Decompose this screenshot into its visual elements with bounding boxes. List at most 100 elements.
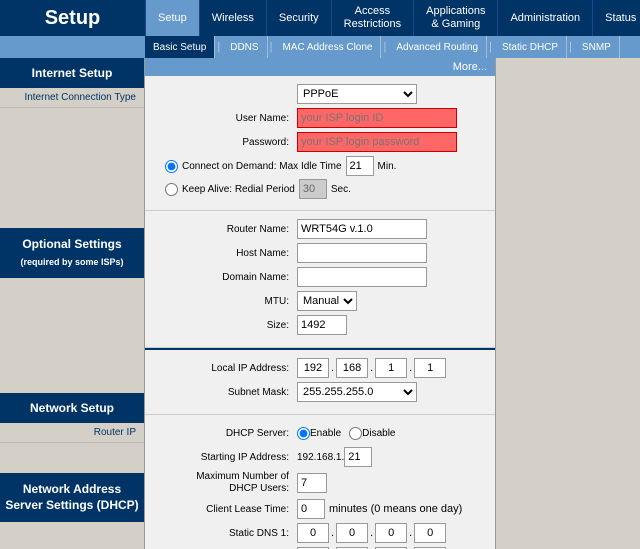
nav-status[interactable]: Status: [592, 0, 640, 36]
dns1-2[interactable]: [336, 523, 368, 543]
connection-type-row: PPPoE: [157, 84, 483, 104]
dns1-group: . . .: [297, 523, 446, 543]
dhcp-disable-label: Disable: [362, 428, 395, 439]
local-ip-4[interactable]: [414, 358, 446, 378]
host-name-input[interactable]: [297, 243, 427, 263]
local-ip-row: Local IP Address: . . .: [157, 358, 483, 378]
main-layout: Internet Setup Internet Connection Type …: [0, 58, 640, 549]
header: Setup Setup Wireless Security AccessRest…: [0, 0, 640, 36]
idle-time-input[interactable]: [346, 156, 374, 176]
nav-wireless[interactable]: Wireless: [199, 0, 266, 36]
password-input[interactable]: [297, 132, 457, 152]
connect-demand-row: Connect on Demand: Max Idle Time Min.: [157, 156, 483, 176]
starting-ip-label: Starting IP Address:: [157, 452, 297, 463]
network-setup-section: Local IP Address: . . . Subnet Mask: 255…: [145, 348, 495, 415]
lease-time-input[interactable]: [297, 499, 325, 519]
password-row: Password:: [157, 132, 483, 152]
dhcp-enable-radio[interactable]: [297, 427, 310, 440]
subnet-label: Subnet Mask:: [157, 387, 297, 398]
main-content: More... PPPoE User Name: Password:: [145, 58, 495, 549]
keep-alive-row: Keep Alive: Redial Period Sec.: [157, 179, 483, 199]
size-row: Size:: [157, 315, 483, 335]
sidebar-internet-section: Internet Setup: [0, 58, 144, 88]
router-name-input[interactable]: [297, 219, 427, 239]
local-ip-1[interactable]: [297, 358, 329, 378]
mtu-row: MTU: Manual Auto: [157, 291, 483, 311]
dns1-row: Static DNS 1: . . .: [157, 523, 483, 543]
mtu-label: MTU:: [157, 296, 297, 307]
subnet-row: Subnet Mask: 255.255.255.0: [157, 382, 483, 402]
password-label: Password:: [157, 137, 297, 148]
local-ip-2[interactable]: [336, 358, 368, 378]
subnav-mac[interactable]: MAC Address Clone: [274, 36, 381, 58]
subnet-select[interactable]: 255.255.255.0: [297, 382, 417, 402]
dhcp-server-row: DHCP Server: Enable Disable: [157, 423, 483, 443]
connect-demand-label: Connect on Demand: Max Idle Time: [182, 161, 342, 172]
redial-unit: Sec.: [331, 184, 351, 195]
domain-name-row: Domain Name:: [157, 267, 483, 287]
lease-time-suffix: minutes (0 means one day): [329, 503, 462, 515]
dns1-3[interactable]: [375, 523, 407, 543]
nav-access[interactable]: AccessRestrictions: [331, 0, 413, 36]
local-ip-group: . . .: [297, 358, 446, 378]
lease-time-label: Client Lease Time:: [157, 504, 297, 515]
subnav-ddns[interactable]: DDNS: [222, 36, 267, 58]
right-panel: [495, 58, 640, 549]
app-title: Setup: [0, 7, 145, 30]
dhcp-enable-label: Enable: [310, 428, 341, 439]
connect-demand-radio[interactable]: [165, 160, 178, 173]
max-users-label: Maximum Number ofDHCP Users:: [157, 471, 297, 495]
optional-settings-section: Router Name: Host Name: Domain Name: MTU…: [145, 211, 495, 348]
nav-admin[interactable]: Administration: [497, 0, 592, 36]
local-ip-3[interactable]: [375, 358, 407, 378]
subnav-routing[interactable]: Advanced Routing: [388, 36, 487, 58]
sidebar-dhcp-section: Network AddressServer Settings (DHCP): [0, 473, 144, 523]
max-users-input[interactable]: [297, 473, 327, 493]
dhcp-disable-radio[interactable]: [349, 427, 362, 440]
internet-setup-section: PPPoE User Name: Password: Connect on De…: [145, 76, 495, 211]
host-name-label: Host Name:: [157, 248, 297, 259]
dns1-1[interactable]: [297, 523, 329, 543]
size-input[interactable]: [297, 315, 347, 335]
sub-nav: Basic Setup | DDNS | MAC Address Clone |…: [0, 36, 640, 58]
keep-alive-label: Keep Alive: Redial Period: [182, 184, 295, 195]
sidebar-optional-section: Optional Settings(required by some ISPs): [0, 228, 144, 278]
username-label: User Name:: [157, 113, 297, 124]
local-ip-label: Local IP Address:: [157, 363, 297, 374]
nav-security[interactable]: Security: [266, 0, 331, 36]
sidebar: Internet Setup Internet Connection Type …: [0, 58, 145, 549]
lease-time-row: Client Lease Time: minutes (0 means one …: [157, 499, 483, 519]
more-bar[interactable]: More...: [145, 58, 495, 76]
nav-apps[interactable]: Applications& Gaming: [413, 0, 497, 36]
host-name-row: Host Name:: [157, 243, 483, 263]
connection-type-select[interactable]: PPPoE: [297, 84, 417, 104]
keep-alive-radio[interactable]: [165, 183, 178, 196]
subnav-staticdhcp[interactable]: Static DHCP: [494, 36, 567, 58]
redial-input[interactable]: [299, 179, 327, 199]
nav-setup[interactable]: Setup: [145, 0, 199, 36]
subnav-snmp[interactable]: SNMP: [574, 36, 620, 58]
main-nav: Setup Wireless Security AccessRestrictio…: [145, 0, 640, 36]
username-row: User Name:: [157, 108, 483, 128]
router-name-row: Router Name:: [157, 219, 483, 239]
username-input[interactable]: [297, 108, 457, 128]
domain-name-label: Domain Name:: [157, 272, 297, 283]
idle-time-unit: Min.: [378, 161, 397, 172]
starting-ip-row: Starting IP Address: 192.168.1.: [157, 447, 483, 467]
sidebar-router-ip: Router IP: [0, 423, 144, 443]
max-users-row: Maximum Number ofDHCP Users:: [157, 471, 483, 495]
router-name-label: Router Name:: [157, 224, 297, 235]
dhcp-section: DHCP Server: Enable Disable Starting IP …: [145, 415, 495, 549]
domain-name-input[interactable]: [297, 267, 427, 287]
sidebar-internet-type: Internet Connection Type: [0, 88, 144, 108]
dns1-label: Static DNS 1:: [157, 528, 297, 539]
starting-ip-input[interactable]: [344, 447, 372, 467]
starting-ip-prefix: 192.168.1.: [297, 452, 344, 463]
dns1-4[interactable]: [414, 523, 446, 543]
sidebar-network-section: Network Setup: [0, 393, 144, 423]
dhcp-enable-group: Enable Disable: [297, 427, 396, 440]
mtu-select[interactable]: Manual Auto: [297, 291, 357, 311]
subnav-basic[interactable]: Basic Setup: [145, 36, 215, 58]
size-label: Size:: [157, 320, 297, 331]
dhcp-server-label: DHCP Server:: [157, 428, 297, 439]
